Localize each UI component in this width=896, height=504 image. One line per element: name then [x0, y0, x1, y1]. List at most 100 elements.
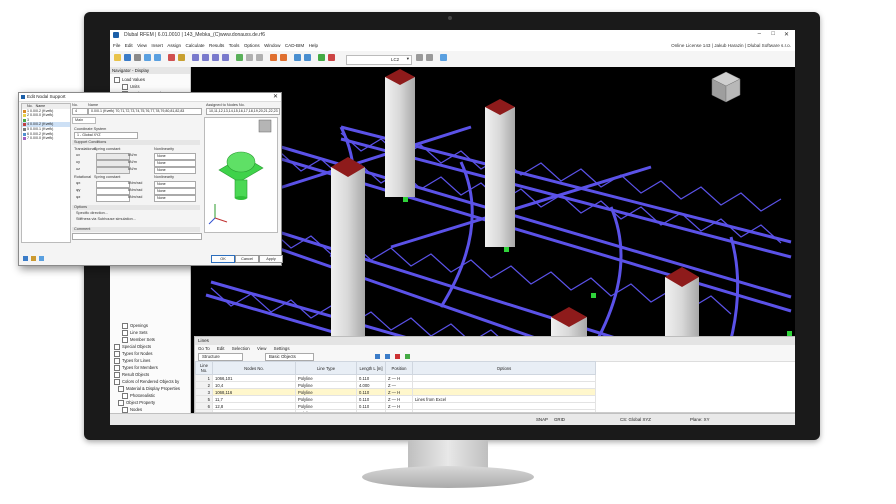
open-file-icon[interactable]: [114, 54, 121, 61]
table-export-icon[interactable]: [385, 354, 390, 359]
member-load-icon[interactable]: [280, 54, 287, 61]
ux-nonlinearity[interactable]: None: [154, 153, 196, 160]
ok-button[interactable]: OK: [211, 255, 235, 263]
view-x-icon[interactable]: [202, 54, 209, 61]
menu-edit[interactable]: Edit: [125, 43, 133, 48]
menu-cad-bim[interactable]: CAD-BIM: [285, 43, 304, 48]
nav-item-member-sets[interactable]: Member Sets: [122, 337, 155, 343]
menu-help[interactable]: Help: [309, 43, 318, 48]
load-case-dropdown[interactable]: LC2 ▾: [346, 55, 412, 65]
table-tool-icon[interactable]: [375, 354, 380, 359]
filter-icon[interactable]: [304, 54, 311, 61]
pan-icon[interactable]: [256, 54, 263, 61]
display-icon[interactable]: [318, 54, 325, 61]
name-field[interactable]: 0.0/0.1 (Kvefk) 70,71,72,73,74,75,76,77,…: [88, 108, 202, 115]
coordinate-system-icon[interactable]: [440, 54, 447, 61]
phiy-nonlinearity[interactable]: None: [154, 188, 196, 195]
uz-nonlinearity[interactable]: None: [154, 167, 196, 174]
menu-window[interactable]: Window: [264, 43, 280, 48]
menu-view[interactable]: View: [137, 43, 147, 48]
uy-nonlinearity[interactable]: None: [154, 160, 196, 167]
phiy-field[interactable]: [96, 188, 130, 195]
zoom-icon[interactable]: [246, 54, 253, 61]
tab-main[interactable]: Main: [72, 117, 96, 124]
ux-field[interactable]: [96, 153, 130, 160]
lines-menu-view[interactable]: View: [257, 346, 266, 351]
nav-item-result-objects[interactable]: Result Objects: [114, 372, 149, 378]
view-iso-icon[interactable]: [192, 54, 199, 61]
nav-item-special-objects[interactable]: Special Objects: [114, 344, 151, 350]
coord-dropdown[interactable]: 1 - Global XYZ: [74, 132, 138, 139]
structure-dropdown[interactable]: Structure: [198, 353, 243, 361]
no-field[interactable]: 4: [72, 108, 88, 115]
menu-insert[interactable]: Insert: [151, 43, 163, 48]
close-button[interactable]: ✕: [784, 31, 789, 38]
results-icon[interactable]: [178, 54, 185, 61]
view-y-icon[interactable]: [212, 54, 219, 61]
menu-results[interactable]: Results: [209, 43, 224, 48]
phiz-nonlinearity[interactable]: None: [154, 195, 196, 202]
lines-menu-goto[interactable]: Go To: [198, 346, 210, 351]
phix-nonlinearity[interactable]: None: [154, 181, 196, 188]
lines-menu-settings[interactable]: Settings: [274, 346, 290, 351]
menu-file[interactable]: File: [113, 43, 120, 48]
next-lc-icon[interactable]: [426, 54, 433, 61]
dialog-copy-icon[interactable]: [39, 256, 44, 261]
nav-item-load-values[interactable]: Load Values: [114, 77, 145, 83]
comment-field[interactable]: [72, 233, 202, 240]
table-row[interactable]: 2 10,4 Polyline 4.000 Z —: [195, 381, 596, 389]
nav-item-types-members[interactable]: Types for Members: [114, 365, 158, 371]
select-icon[interactable]: [294, 54, 301, 61]
option-stiffness[interactable]: Stiffness via Subhouse simulation...: [76, 217, 136, 221]
view-cube-icon[interactable]: [711, 71, 741, 103]
list-item[interactable]: 7 0.0/0.0 (Kvefk): [22, 136, 70, 141]
cancel-button[interactable]: Cancel: [235, 255, 259, 263]
nav-item-types-lines[interactable]: Types for Lines: [114, 358, 150, 364]
assigned-field[interactable]: 10,11,12,13,14,15,16,17,18,19,20,21,22,2…: [206, 108, 280, 115]
table-excel-icon[interactable]: [405, 354, 410, 359]
print-icon[interactable]: [134, 54, 141, 61]
menu-options[interactable]: Options: [244, 43, 260, 48]
prev-lc-icon[interactable]: [416, 54, 423, 61]
view-z-icon[interactable]: [222, 54, 229, 61]
dialog-close-icon[interactable]: ✕: [273, 93, 278, 100]
dialog-folder-icon[interactable]: [31, 256, 36, 261]
table-row[interactable]: 5 11,7 Polyline 0.110 Z — H Lines from Excel: [195, 395, 596, 403]
redo-icon[interactable]: [154, 54, 161, 61]
basic-objects-dropdown[interactable]: Basic Objects: [265, 353, 314, 361]
lines-menu-selection[interactable]: Selection: [232, 346, 250, 351]
nav-item-colors-rendered[interactable]: Colors of Rendered Objects by: [114, 379, 179, 385]
nav-item-openings[interactable]: Openings: [122, 323, 148, 329]
calculate-icon[interactable]: [168, 54, 175, 61]
uz-field[interactable]: [96, 167, 130, 174]
nav-item-photorealistic[interactable]: Photorealistic: [122, 393, 155, 399]
table-row[interactable]: 3 1068,116 Polyline 0.110 Z — H: [195, 388, 596, 396]
status-grid[interactable]: GRID: [554, 417, 565, 422]
apply-button[interactable]: Apply: [259, 255, 283, 263]
option-specific-direction[interactable]: Specific direction...: [76, 211, 108, 215]
table-row[interactable]: 6 12,8 Polyline 0.110 Z — H: [195, 402, 596, 410]
menu-assign[interactable]: Assign: [167, 43, 181, 48]
minimize-button[interactable]: –: [758, 31, 761, 37]
phix-field[interactable]: [96, 181, 130, 188]
nav-item-material-display[interactable]: Material & Display Properties: [118, 386, 180, 392]
section-icon[interactable]: [328, 54, 335, 61]
nav-item-line-sets[interactable]: Line Sets: [122, 330, 147, 336]
status-snap[interactable]: SNAP: [536, 417, 548, 422]
checkbox[interactable]: [114, 77, 120, 83]
menu-calculate[interactable]: Calculate: [185, 43, 204, 48]
undo-icon[interactable]: [144, 54, 151, 61]
menu-tools[interactable]: Tools: [229, 43, 240, 48]
dialog-help-icon[interactable]: [23, 256, 28, 261]
load-icon[interactable]: [270, 54, 277, 61]
maximize-button[interactable]: □: [771, 31, 775, 37]
table-delete-icon[interactable]: [395, 354, 400, 359]
lines-menu-edit[interactable]: Edit: [217, 346, 225, 351]
uy-field[interactable]: [96, 160, 130, 167]
save-icon[interactable]: [124, 54, 131, 61]
support-icon[interactable]: [236, 54, 243, 61]
table-row[interactable]: 1 1066,101 Polyline 0.110 Z — H: [195, 374, 596, 382]
nav-item-units[interactable]: Units: [122, 84, 140, 90]
phiz-field[interactable]: [96, 195, 130, 202]
nav-item-object-property[interactable]: Object Property: [118, 400, 155, 406]
